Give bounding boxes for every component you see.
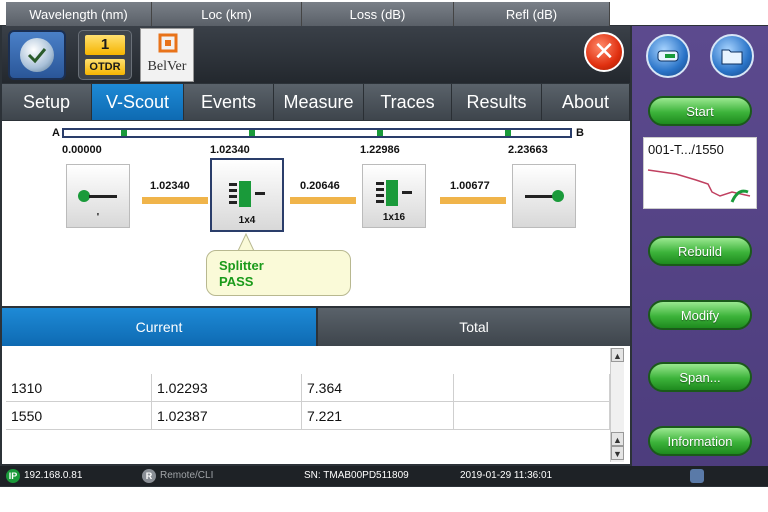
span-marker bbox=[505, 130, 511, 136]
tab-bar: Setup V-Scout Events Measure Traces Resu… bbox=[2, 84, 630, 120]
tab-total[interactable]: Total bbox=[318, 308, 630, 346]
table-cell: 1310 bbox=[6, 374, 152, 402]
belver-mark-icon bbox=[158, 33, 178, 53]
tab-measure[interactable]: Measure bbox=[274, 84, 364, 120]
column-header: Wavelength (nm) bbox=[6, 2, 152, 26]
trace-preview bbox=[647, 169, 751, 203]
folder-icon bbox=[721, 49, 743, 65]
span-start-label: A bbox=[52, 127, 60, 139]
splitter-1x4-node[interactable]: 1x4 bbox=[210, 158, 284, 232]
home-app-icon[interactable] bbox=[8, 30, 66, 80]
close-button[interactable]: ✕ bbox=[584, 32, 624, 72]
start-button[interactable]: Start bbox=[648, 96, 752, 126]
open-folder-button[interactable] bbox=[710, 34, 754, 78]
span-marker bbox=[377, 130, 383, 136]
table-cell: 1.02293 bbox=[152, 374, 302, 402]
span-marker bbox=[121, 130, 127, 136]
trace-icon bbox=[657, 50, 679, 62]
link-length: 0.20646 bbox=[300, 180, 340, 192]
column-header: Loss (dB) bbox=[302, 2, 454, 26]
otdr-number: 1 bbox=[85, 35, 125, 55]
belver-logo: BelVer bbox=[140, 28, 194, 82]
position-label: 1.02340 bbox=[210, 144, 250, 156]
position-label: 0.00000 bbox=[62, 144, 102, 156]
node-caption: 1x16 bbox=[382, 212, 406, 223]
tab-about[interactable]: About bbox=[542, 84, 630, 120]
position-label: 2.23663 bbox=[508, 144, 548, 156]
bubble-pointer bbox=[236, 232, 256, 252]
trace-toggle-button[interactable] bbox=[646, 34, 690, 78]
splitter-1x16-node[interactable]: 1x16 bbox=[362, 164, 426, 228]
modify-button[interactable]: Modify bbox=[648, 300, 752, 330]
otdr-module-button[interactable]: 1 OTDR bbox=[78, 30, 132, 80]
table-cell: 7.364 bbox=[302, 374, 454, 402]
scroll-up-icon[interactable]: ▲ bbox=[611, 348, 624, 362]
span-marker bbox=[249, 130, 255, 136]
table-cell bbox=[454, 374, 610, 402]
splitter-icon bbox=[376, 180, 412, 206]
date-time: 2019-01-29 11:36:01 bbox=[460, 470, 553, 481]
link-length: 1.02340 bbox=[150, 180, 190, 192]
end-connector-node[interactable] bbox=[512, 164, 576, 228]
link-length: 1.00677 bbox=[450, 180, 490, 192]
position-label: 1.22986 bbox=[360, 144, 400, 156]
connector-icon bbox=[78, 190, 117, 202]
screenshot-icon[interactable] bbox=[690, 469, 704, 483]
launch-connector-node[interactable]: ' bbox=[66, 164, 130, 228]
table-cell bbox=[454, 402, 610, 430]
information-button[interactable]: Information bbox=[648, 426, 752, 456]
tab-current[interactable]: Current bbox=[2, 308, 316, 346]
span-end-label: B bbox=[576, 127, 584, 139]
table-cell: 1.02387 bbox=[152, 402, 302, 430]
table-cell: 1550 bbox=[6, 402, 152, 430]
trace-thumbnail-title: 001-T.../1550 bbox=[648, 142, 724, 157]
home-icon bbox=[20, 38, 54, 72]
otdr-label: OTDR bbox=[85, 59, 125, 75]
serial-number: SN: TMAB00PD511809 bbox=[304, 470, 409, 481]
connector-icon bbox=[525, 190, 564, 202]
fiber-link bbox=[440, 197, 506, 204]
rebuild-button[interactable]: Rebuild bbox=[648, 236, 752, 266]
scroll-down-icon[interactable]: ▼ bbox=[611, 446, 624, 460]
logo-text: BelVer bbox=[147, 59, 187, 74]
table-cell: 7.221 bbox=[302, 402, 454, 430]
tab-v-scout[interactable]: V-Scout bbox=[92, 84, 184, 120]
tab-setup[interactable]: Setup bbox=[2, 84, 92, 120]
span-button[interactable]: Span... bbox=[648, 362, 752, 392]
splitter-status-bubble: Splitter PASS bbox=[206, 250, 351, 296]
fiber-link bbox=[290, 197, 356, 204]
close-icon: ✕ bbox=[593, 37, 615, 67]
ip-address: 192.168.0.81 bbox=[24, 470, 83, 481]
tab-results[interactable]: Results bbox=[452, 84, 542, 120]
tab-traces[interactable]: Traces bbox=[364, 84, 452, 120]
remote-status: Remote/CLI bbox=[160, 470, 214, 481]
splitter-icon bbox=[229, 181, 265, 207]
node-caption: ' bbox=[96, 212, 100, 223]
network-status-icon: IP bbox=[6, 469, 20, 483]
fiber-link bbox=[142, 197, 208, 204]
trace-thumbnail[interactable]: 001-T.../1550 bbox=[643, 137, 757, 209]
remote-status-icon: R bbox=[142, 469, 156, 483]
node-caption: 1x4 bbox=[238, 215, 256, 226]
bubble-status: PASS bbox=[219, 274, 254, 289]
span-bar[interactable] bbox=[62, 128, 572, 138]
table-scrollbar[interactable]: ▲ ▲ ▼ bbox=[610, 348, 624, 462]
column-header: Loc (km) bbox=[152, 2, 302, 26]
status-bar: IP 192.168.0.81 R Remote/CLI SN: TMAB00P… bbox=[0, 466, 768, 486]
scroll-up-icon[interactable]: ▲ bbox=[611, 432, 624, 446]
tab-events[interactable]: Events bbox=[184, 84, 274, 120]
column-header: Refl (dB) bbox=[454, 2, 610, 26]
bubble-title: Splitter bbox=[219, 258, 264, 273]
